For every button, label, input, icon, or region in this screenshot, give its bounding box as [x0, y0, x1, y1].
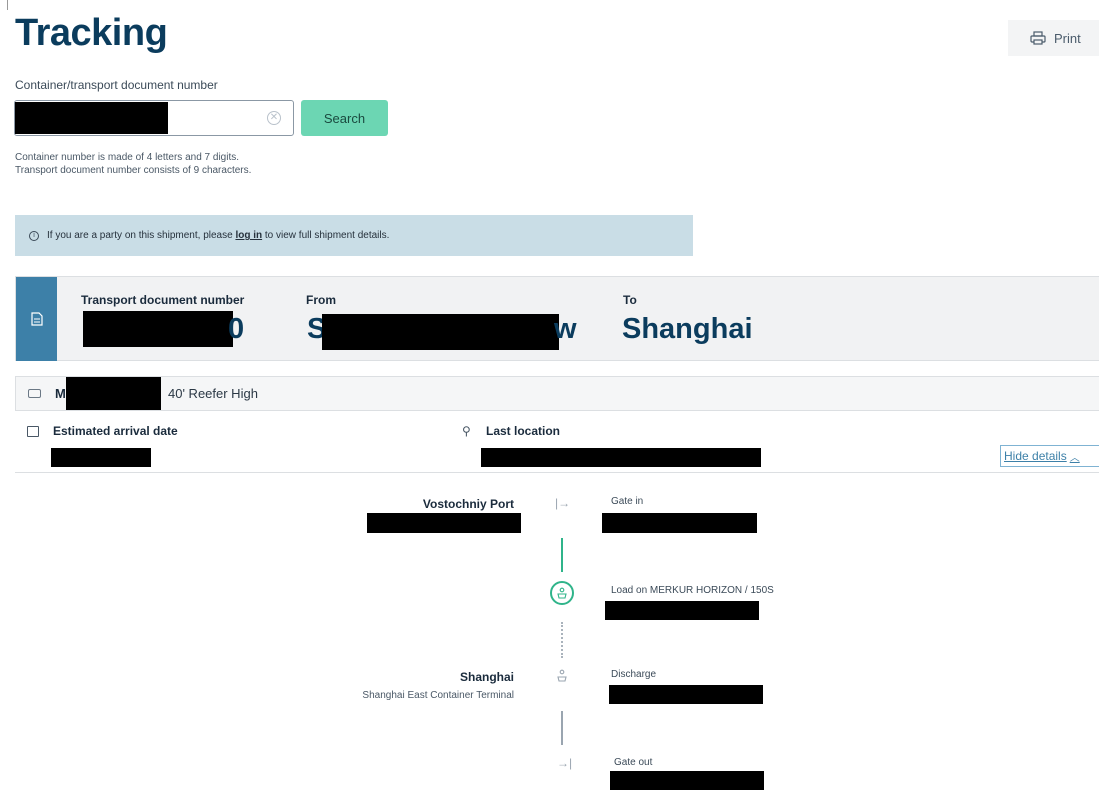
hint-document-number: Transport document number consists of 9 …: [15, 165, 252, 176]
destination-location-name: Shanghai: [459, 670, 514, 684]
event-gate-in: Gate in: [611, 496, 644, 507]
arrival-details: Estimated arrival date ⚲ Last location H…: [15, 411, 1099, 473]
container-type: 40' Reefer High: [168, 386, 258, 401]
hide-details-toggle[interactable]: Hide details ︿: [1000, 445, 1099, 467]
to-label: To: [623, 293, 637, 307]
eta-label: Estimated arrival date: [53, 424, 178, 438]
event-load-vessel: Load on MERKUR HORIZON / 150S: [611, 585, 774, 596]
hint-container-number: Container number is made of 4 letters an…: [15, 152, 240, 163]
search-button[interactable]: Search: [301, 100, 388, 136]
timeline-segment-pending: [561, 711, 563, 745]
transport-doc-value: 0: [228, 313, 245, 345]
printer-icon: [1030, 31, 1046, 45]
redacted-eta: [51, 448, 151, 467]
redacted-doc-number: [83, 311, 233, 347]
redacted-discharge-date: [609, 685, 763, 704]
page-edge-marker: [7, 0, 8, 10]
shipment-side-bar: [16, 277, 57, 361]
redacted-container-id: [66, 377, 161, 410]
origin-location-name: Vostochniy Port: [422, 497, 514, 511]
redacted-gate-in-date: [602, 513, 757, 533]
info-icon: i: [29, 230, 39, 241]
print-label: Print: [1054, 30, 1081, 46]
login-notice: i If you are a party on this shipment, p…: [15, 215, 693, 256]
redacted-load-date: [605, 601, 759, 620]
transport-doc-label: Transport document number: [81, 293, 245, 307]
redacted-gate-out-date: [610, 771, 764, 790]
document-icon: [30, 312, 43, 326]
gate-in-icon: |→: [555, 496, 571, 510]
to-value: Shanghai: [622, 313, 753, 345]
event-gate-out: Gate out: [614, 757, 653, 768]
timeline-segment-transit: [561, 622, 563, 658]
gate-out-icon: →|: [557, 756, 573, 770]
location-pin-icon: ⚲: [462, 424, 471, 438]
redacted-last-location: [481, 448, 761, 467]
timeline-segment-completed: [561, 538, 563, 572]
redacted-origin: [322, 314, 559, 350]
chevron-up-icon: ︿: [1069, 452, 1080, 464]
container-bar: M 40' Reefer High: [15, 376, 1099, 411]
notice-text: If you are a party on this shipment, ple…: [47, 230, 390, 241]
redacted-origin-detail: [367, 513, 521, 533]
destination-terminal: Shanghai East Container Terminal: [362, 690, 514, 701]
container-icon: [28, 389, 41, 398]
hide-details-label: Hide details: [1004, 449, 1067, 463]
redacted-input-value: [15, 102, 168, 134]
container-id: M: [55, 386, 66, 401]
event-discharge: Discharge: [611, 669, 657, 680]
search-field-label: Container/transport document number: [15, 78, 218, 92]
from-value-end: w: [554, 313, 577, 345]
from-label: From: [306, 293, 336, 307]
last-location-label: Last location: [486, 424, 561, 438]
vessel-load-icon: [550, 581, 574, 605]
shipment-summary: Transport document number 0 From S w To …: [15, 276, 1099, 361]
login-link[interactable]: log in: [235, 230, 262, 241]
page-title: Tracking: [15, 12, 168, 54]
discharge-icon: [556, 669, 568, 688]
calendar-icon: [27, 426, 39, 437]
search-input[interactable]: ✕: [14, 100, 294, 136]
clear-input-icon[interactable]: ✕: [267, 111, 281, 125]
print-button[interactable]: Print: [1008, 20, 1099, 56]
ship-icon: [557, 587, 567, 599]
